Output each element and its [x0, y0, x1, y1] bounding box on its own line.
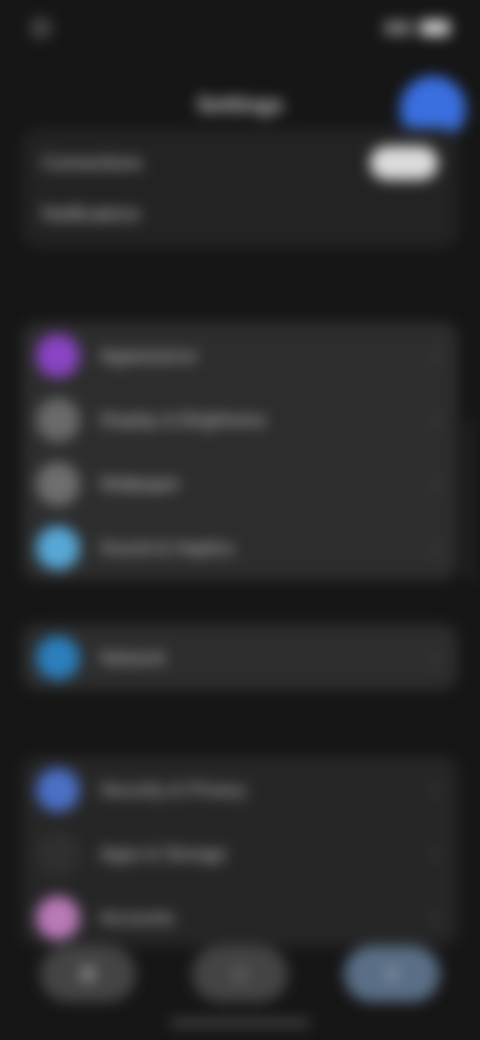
connections-toggle[interactable]: [370, 146, 438, 180]
dock-button-menu[interactable]: ≡: [344, 946, 440, 1002]
list-item-label: Apps & Storage: [100, 843, 227, 864]
chevron-right-icon: ›: [430, 645, 438, 670]
quick-settings-card: Connections Notifications: [22, 128, 458, 248]
notifications-label: Notifications: [42, 204, 141, 224]
chevron-right-icon: ›: [430, 841, 438, 866]
chevron-right-icon: ›: [430, 535, 438, 560]
account-icon: [36, 896, 80, 940]
list-privacy: Security & Privacy › Apps & Storage › Accoun…: [22, 756, 458, 946]
notifications-row[interactable]: Notifications: [42, 204, 438, 225]
network-icon: [36, 636, 80, 680]
status-left: [30, 17, 62, 39]
signal-icon: [384, 21, 412, 35]
shield-icon: [36, 768, 80, 812]
settings-screen: Settings Connections Notifications Appea…: [0, 0, 480, 1040]
palette-icon: [36, 334, 80, 378]
dock-button-favorites[interactable]: ☆: [192, 946, 288, 1002]
dock-button-settings[interactable]: ⚙: [40, 946, 136, 1002]
sound-icon: [36, 526, 80, 570]
list-item[interactable]: Appearance ›: [22, 324, 458, 388]
list-item[interactable]: Sound & Haptics ›: [22, 516, 458, 580]
chevron-right-icon: ›: [430, 905, 438, 930]
status-bar: [0, 0, 480, 56]
list-item-label: Display & Brightness: [100, 409, 267, 430]
notification-icon: [30, 17, 52, 39]
list-item[interactable]: Wallpaper ›: [22, 452, 458, 516]
display-icon: [36, 398, 80, 442]
status-right: [384, 20, 450, 36]
list-item[interactable]: Apps & Storage ›: [22, 822, 458, 886]
connections-row[interactable]: Connections: [42, 146, 438, 180]
home-indicator[interactable]: [170, 1020, 310, 1026]
list-item-label: Accounts: [100, 907, 175, 928]
list-item[interactable]: Display & Brightness ›: [22, 388, 458, 452]
list-item[interactable]: Network ›: [22, 626, 458, 690]
scrollbar[interactable]: [468, 420, 472, 580]
connections-label: Connections: [42, 152, 143, 173]
bottom-dock: ⚙ ☆ ≡: [40, 946, 440, 1002]
list-item-label: Sound & Haptics: [100, 537, 235, 558]
list-item-label: Appearance: [100, 345, 198, 366]
list-item[interactable]: Accounts ›: [22, 886, 458, 950]
list-item-label: Network: [100, 647, 167, 668]
chevron-right-icon: ›: [430, 407, 438, 432]
list-item-label: Wallpaper: [100, 473, 181, 494]
list-item-label: Security & Privacy: [100, 779, 247, 800]
list-general: Appearance › Display & Brightness › Wallpape…: [22, 322, 458, 580]
chevron-right-icon: ›: [430, 343, 438, 368]
list-network: Network ›: [22, 624, 458, 690]
apps-icon: [36, 832, 80, 876]
list-item[interactable]: Security & Privacy ›: [22, 758, 458, 822]
image-icon: [36, 462, 80, 506]
chevron-right-icon: ›: [430, 471, 438, 496]
chevron-right-icon: ›: [430, 777, 438, 802]
battery-icon: [420, 20, 450, 36]
